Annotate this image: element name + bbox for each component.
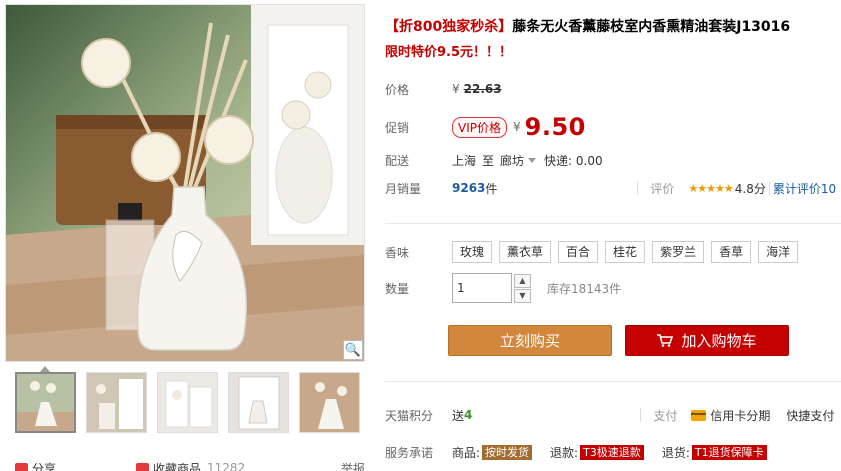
quantity-input[interactable]: [452, 273, 512, 303]
promise-tag: T1退货保障卡: [691, 444, 767, 460]
add-to-cart-button[interactable]: 加入购物车: [625, 325, 789, 356]
section-divider: [385, 381, 841, 382]
gallery-actions: 分享 收藏商品 11282 举报: [15, 460, 365, 471]
sales-row: 月销量 9263 件 评价 ★★★★★ 4.8分 累计评价10: [385, 178, 836, 198]
sales-label: 月销量: [385, 181, 422, 196]
scent-option-vanilla[interactable]: 香草: [711, 241, 752, 263]
buy-now-button[interactable]: 立刻购买: [448, 325, 612, 356]
zoom-icon[interactable]: 🔍: [343, 340, 363, 360]
sales-unit: 件: [485, 181, 498, 196]
promise-item-return[interactable]: 退货: T1退货保障卡: [662, 444, 767, 461]
promo-row: 促销 VIP价格 ¥ 9.50: [385, 113, 586, 141]
thumbnail-4[interactable]: [228, 372, 289, 433]
flash-sale-tag: 【折800独家秒杀】: [385, 19, 513, 35]
report-link[interactable]: 举报: [341, 460, 365, 471]
promo-price: 9.50: [524, 113, 586, 141]
points-label: 天猫积分: [385, 408, 434, 423]
quantity-decrease-button[interactable]: ▼: [514, 288, 531, 303]
promise-item-refund[interactable]: 退款: T3极速退款: [550, 444, 644, 461]
thumbnail-1[interactable]: [15, 372, 76, 433]
scent-label: 香味: [385, 245, 410, 260]
section-divider: [385, 223, 841, 224]
credit-card-icon: [691, 409, 707, 421]
reviews-link[interactable]: 累计评价10: [773, 180, 836, 197]
product-subtitle: 限时特价9.5元！！！: [385, 45, 513, 60]
ship-to-word: 至: [482, 153, 495, 168]
rating-label: 评价: [650, 181, 675, 196]
promise-tag: 按时发货: [482, 444, 533, 460]
product-title: 【折800独家秒杀】藤条无火香薰藤枝室内香熏精油套装J13016: [385, 16, 841, 36]
scent-option-lavender[interactable]: 薰衣草: [499, 241, 552, 263]
promise-prefix: 退款:: [550, 445, 579, 460]
fast-pay[interactable]: 快捷支付: [786, 407, 834, 424]
divider: [768, 181, 770, 195]
shipping-fee: 快递: 0.00: [544, 153, 603, 168]
promise-tag: T3极速退款: [580, 444, 644, 460]
main-product-image[interactable]: 🔍: [5, 4, 365, 362]
price-label: 价格: [385, 82, 410, 97]
share-link[interactable]: 分享: [32, 460, 56, 471]
scent-option-violet[interactable]: 紫罗兰: [652, 241, 705, 263]
scent-row: 香味 玫瑰 薰衣草 百合 桂花 紫罗兰 香草 海洋: [385, 241, 799, 263]
service-promise-row: 服务承诺 商品: 按时发货 退款: T3极速退款 退货: T1退货保障卡: [385, 442, 785, 462]
points-give: 送: [452, 408, 465, 423]
ship-to-select[interactable]: 廊坊: [500, 152, 524, 169]
scent-option-osmanthus[interactable]: 桂花: [605, 241, 646, 263]
promise-item-delivery[interactable]: 商品: 按时发货: [452, 444, 533, 461]
product-gallery: 🔍 分享 收藏商品 11282 举报: [0, 0, 368, 471]
price-row: 价格 ¥ 22.63: [385, 79, 502, 99]
credit-installment[interactable]: 信用卡分期: [710, 407, 770, 424]
payment-label: 支付: [653, 408, 678, 423]
price-currency: ¥: [452, 82, 460, 96]
quantity-stepper: ▲ ▼: [514, 273, 531, 303]
vip-price-badge: VIP价格: [452, 116, 507, 138]
favorite-button[interactable]: 收藏商品 11282: [136, 460, 245, 471]
share-icon: [15, 462, 28, 471]
promise-prefix: 商品:: [452, 445, 481, 460]
thumbnail-3[interactable]: [157, 372, 218, 433]
thumbnail-5[interactable]: [299, 372, 360, 433]
cart-icon: [657, 334, 674, 347]
thumbnail-2[interactable]: [86, 372, 147, 433]
product-name: 藤条无火香薰藤枝室内香熏精油套装J13016: [512, 19, 791, 35]
delivery-row: 配送 上海 至 廊坊 快递: 0.00: [385, 150, 603, 170]
quantity-increase-button[interactable]: ▲: [514, 273, 531, 288]
favorite-label: 收藏商品: [153, 461, 202, 471]
favorite-icon: [136, 462, 150, 471]
divider: [637, 181, 639, 195]
buy-now-label: 立刻购买: [499, 332, 560, 350]
favorite-count: 11282: [207, 461, 246, 471]
thumbnail-strip: [15, 372, 360, 434]
points-amount: 4: [464, 408, 473, 422]
reed-diffuser-photo: [6, 5, 364, 361]
stock-count: 库存18143件: [547, 281, 622, 296]
rating-stars: ★★★★★: [688, 181, 733, 195]
scent-options: 玫瑰 薰衣草 百合 桂花 紫罗兰 香草 海洋: [452, 241, 799, 263]
delivery-label: 配送: [385, 153, 410, 168]
promo-label: 促销: [385, 120, 410, 135]
divider: [640, 408, 642, 422]
add-to-cart-label: 加入购物车: [681, 332, 757, 350]
ship-from: 上海: [452, 153, 477, 168]
quantity-label: 数量: [385, 281, 410, 296]
scent-option-ocean[interactable]: 海洋: [758, 241, 799, 263]
original-price: 22.63: [463, 82, 502, 96]
rating-score: 4.8分: [734, 181, 766, 196]
promo-currency: ¥: [513, 120, 521, 134]
scent-option-lily[interactable]: 百合: [558, 241, 599, 263]
scent-option-rose[interactable]: 玫瑰: [452, 241, 493, 263]
points-row: 天猫积分 送 4 支付 信用卡分期 快捷支付: [385, 405, 834, 425]
sales-count: 9263: [452, 181, 486, 195]
quantity-row: 数量 ▲ ▼ 库存18143件: [385, 272, 621, 304]
chevron-down-icon[interactable]: [528, 157, 537, 163]
product-info-panel: 【折800独家秒杀】藤条无火香薰藤枝室内香熏精油套装J13016 限时特价9.5…: [385, 0, 841, 471]
promise-prefix: 退货:: [661, 445, 690, 460]
promise-label: 服务承诺: [385, 445, 434, 460]
